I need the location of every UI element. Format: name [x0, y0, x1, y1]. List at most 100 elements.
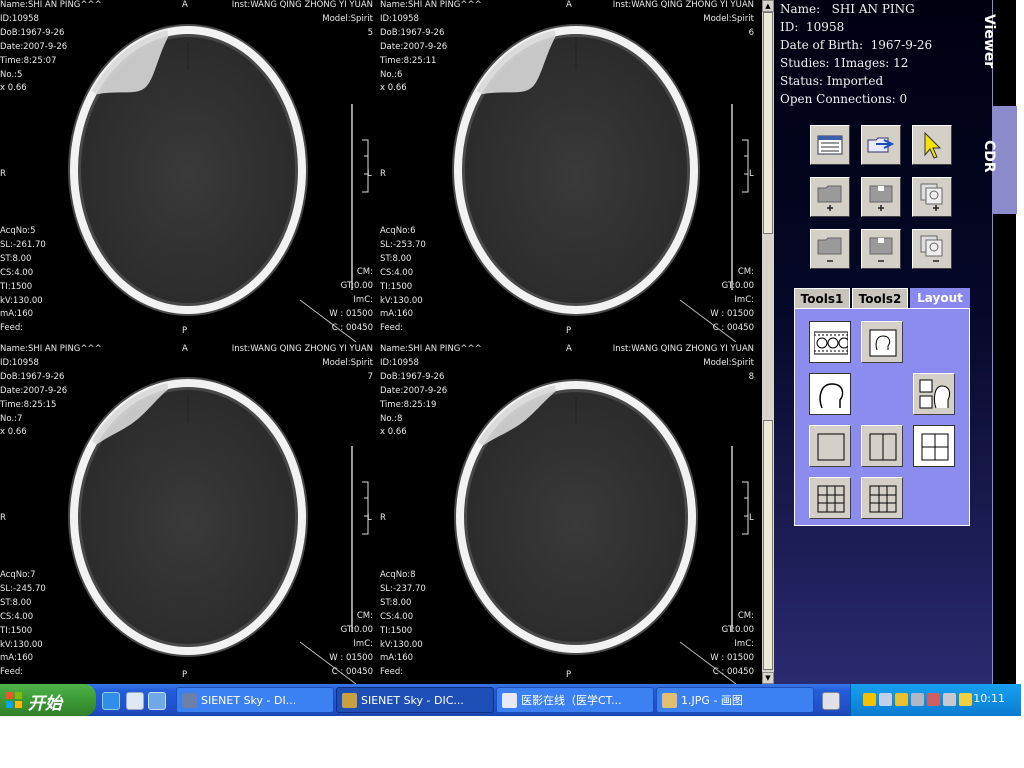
tab-tools1[interactable]: Tools1: [794, 288, 850, 308]
layout-2x2-button[interactable]: [913, 425, 955, 467]
orientation-posterior: P: [566, 326, 572, 336]
patient-dob: Date of Birth: 1967-9-26: [780, 38, 933, 52]
start-button[interactable]: 开始: [0, 684, 96, 716]
task-label: SIENET Sky - DIC...: [361, 694, 464, 707]
sienet-app-icon: [182, 693, 197, 708]
layout-1x1-icon: [817, 433, 845, 461]
pointer-button[interactable]: [912, 125, 952, 165]
tab-tools2[interactable]: Tools2: [852, 288, 908, 308]
images-remove-icon: [920, 235, 943, 262]
layout-1x2-button[interactable]: [861, 425, 903, 467]
task-label: SIENET Sky - DI...: [201, 694, 297, 707]
layout-1x2-icon: [869, 433, 897, 461]
orientation-anterior: A: [566, 0, 572, 10]
remove-images-button[interactable]: [912, 229, 952, 269]
pane-bottom-right-info: CM: GT:0.00 ImC: W : 01500 C : 00450: [329, 267, 373, 333]
filmstrip-heads-icon: [814, 331, 848, 355]
images-add-icon: [920, 183, 943, 211]
pane-bottom-right-info: CM: GT:0.00 ImC: W : 01500 C : 00450: [710, 611, 754, 677]
import-status: Status: Imported: [780, 74, 884, 88]
pane-top-left-info: Name:SHI AN PING^^^ ID:10958 DoB:1967-9-…: [380, 0, 482, 94]
windows-logo-icon: [6, 692, 22, 708]
side-tab-strip: Viewer CDR: [981, 0, 1017, 684]
layout-3x3-alt-button[interactable]: [861, 477, 903, 519]
open-folder-button[interactable]: [861, 125, 901, 165]
warning-icon[interactable]: [895, 693, 908, 706]
image-pane-1[interactable]: Name:SHI AN PING^^^ ID:10958 DoB:1967-9-…: [0, 0, 380, 342]
keyboard-icon[interactable]: [822, 692, 840, 710]
pane-top-left-info: Name:SHI AN PING^^^ ID:10958 DoB:1967-9-…: [0, 344, 102, 438]
pane-top-right-info: Inst:WANG QING ZHONG YI YUAN Model:Spiri…: [231, 0, 373, 38]
internet-explorer-icon[interactable]: [102, 692, 120, 710]
remove-box-button[interactable]: [861, 229, 901, 269]
layout-3x3-icon: [817, 485, 845, 513]
show-desktop-icon[interactable]: [148, 692, 166, 710]
study-image-count: Studies: 1Images: 12: [780, 56, 909, 70]
task-browser[interactable]: 医影在线（医学CT...: [496, 687, 654, 713]
orientation-left: L: [367, 169, 372, 179]
start-label: 开始: [28, 694, 62, 714]
side-panel: Name: SHI AN PING ID: 10958 Date of Birt…: [774, 0, 992, 684]
pane-bottom-left-info: AcqNo:7 SL:-245.70 ST:8.00 CS:4.00 TI:15…: [0, 570, 46, 678]
volume-icon[interactable]: [943, 693, 956, 706]
orientation-right: R: [0, 169, 6, 179]
antivirus-icon[interactable]: [927, 693, 940, 706]
taskbar: 开始 SIENET Sky - DI... SIENET Sky - DIC..…: [0, 684, 1021, 716]
scroll-thumb-upper[interactable]: [763, 12, 773, 234]
task-label: 医影在线（医学CT...: [521, 694, 622, 707]
patient-id: ID: 10958: [780, 20, 845, 34]
orientation-right: R: [380, 513, 386, 523]
scroll-down-arrow[interactable]: ▼: [762, 672, 774, 684]
add-box-button[interactable]: [861, 177, 901, 217]
scroll-up-arrow[interactable]: ▲: [762, 0, 774, 12]
image-pane-3[interactable]: Name:SHI AN PING^^^ ID:10958 DoB:1967-9-…: [0, 342, 380, 684]
remove-folder-button[interactable]: [810, 229, 850, 269]
viewer-scrollbar[interactable]: ▲ ▼: [762, 0, 774, 684]
tab-cdr[interactable]: CDR: [981, 106, 1017, 214]
cursor-icon: [924, 131, 942, 159]
task-paint[interactable]: 1.JPG - 画图: [656, 687, 814, 713]
network-icon[interactable]: [879, 693, 892, 706]
sienet-app-icon: [342, 693, 357, 708]
task-sienet-1[interactable]: SIENET Sky - DI...: [176, 687, 334, 713]
orientation-posterior: P: [182, 326, 188, 336]
head-large-icon: [819, 383, 844, 409]
pane-bottom-right-info: CM: GT:0.00 ImC: W : 01500 C : 00450: [710, 267, 754, 333]
tab-layout[interactable]: Layout: [910, 288, 970, 308]
list-icon: [817, 135, 843, 155]
tab-viewer[interactable]: Viewer: [981, 14, 1017, 104]
image-viewer[interactable]: Name:SHI AN PING^^^ ID:10958 DoB:1967-9-…: [0, 0, 762, 684]
qq-icon[interactable]: [863, 693, 876, 706]
layout-1x1-button[interactable]: [809, 425, 851, 467]
orientation-left: L: [749, 513, 754, 523]
add-images-button[interactable]: [912, 177, 952, 217]
scroll-thumb-lower[interactable]: [763, 420, 773, 670]
tab-cdr-label: CDR: [981, 140, 997, 173]
paint-icon: [662, 693, 677, 708]
clock: 10:11: [973, 692, 1005, 705]
folder-arrow-icon: [867, 137, 895, 153]
pane-top-right-info: Inst:WANG QING ZHONG YI YUAN Model:Spiri…: [612, 0, 754, 38]
list-button[interactable]: [810, 125, 850, 165]
image-pane-4[interactable]: Name:SHI AN PING^^^ ID:10958 DoB:1967-9-…: [380, 342, 760, 684]
device-icon[interactable]: [911, 693, 924, 706]
orientation-anterior: A: [182, 344, 188, 354]
pane-top-right-info: Inst:WANG QING ZHONG YI YUAN Model:Spiri…: [231, 344, 373, 382]
head-grid-button[interactable]: [913, 373, 955, 415]
filmstrip-layout-button[interactable]: [809, 321, 851, 363]
add-folder-button[interactable]: [810, 177, 850, 217]
image-pane-2[interactable]: Name:SHI AN PING^^^ ID:10958 DoB:1967-9-…: [380, 0, 760, 342]
pane-top-left-info: Name:SHI AN PING^^^ ID:10958 DoB:1967-9-…: [0, 0, 102, 94]
layout-2x2-icon: [921, 433, 949, 461]
media-icon[interactable]: [126, 692, 144, 710]
orientation-right: R: [380, 169, 386, 179]
single-head-small-button[interactable]: [861, 321, 903, 363]
single-head-large-button[interactable]: [809, 373, 851, 415]
ime-icon[interactable]: [959, 693, 972, 706]
layout-3x3-button[interactable]: [809, 477, 851, 519]
orientation-posterior: P: [566, 670, 572, 680]
box-add-icon: [869, 185, 893, 211]
tool-tabs: Tools1 Tools2 Layout: [794, 288, 970, 526]
task-sienet-2[interactable]: SIENET Sky - DIC...: [336, 687, 494, 713]
folder-remove-icon: [817, 237, 842, 262]
